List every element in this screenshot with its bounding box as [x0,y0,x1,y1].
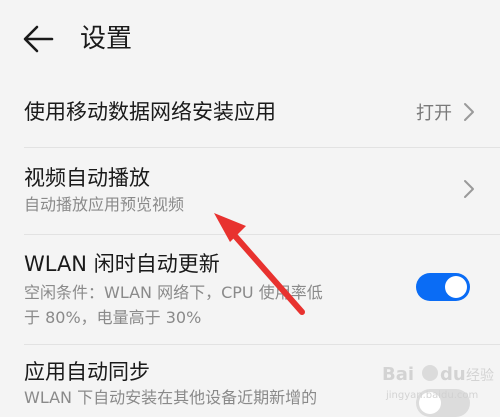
setting-title: 视频自动播放 [24,166,150,190]
svg-text:Bai: Bai [382,364,414,385]
back-arrow-icon[interactable] [22,22,56,56]
toggle-knob [445,276,467,298]
setting-subtitle: 自动播放应用预览视频 [24,195,185,214]
wlan-idle-update-toggle[interactable] [416,273,470,301]
setting-value: 打开 [416,103,452,124]
page-title: 设置 [80,24,133,54]
setting-title: 使用移动数据网络安装应用 [24,100,276,124]
setting-title: 应用自动同步 [24,360,150,384]
setting-subtitle-line1: WLAN 下自动安装在其他设备近期新增的 [24,388,318,407]
baidu-watermark-logo: Bai du 经验 jingyan.baidu.com [382,364,494,401]
setting-row-video-autoplay[interactable]: 视频自动播放 自动播放应用预览视频 [0,148,500,232]
svg-text:经验: 经验 [466,368,494,384]
setting-subtitle-line1: 空闲条件：WLAN 网络下，CPU 使用率低 [24,283,323,302]
setting-row-mobile-data-install[interactable]: 使用移动数据网络安装应用 打开 [0,82,500,142]
svg-text:jingyan.baidu.com: jingyan.baidu.com [385,390,478,401]
header-bar: 设置 [0,0,500,82]
setting-subtitle-line2: 于 80%，电量高于 30% [24,308,202,327]
svg-text:du: du [440,364,466,385]
setting-row-wlan-idle-update[interactable]: WLAN 闲时自动更新 空闲条件：WLAN 网络下，CPU 使用率低 于 80%… [0,235,500,343]
chevron-right-icon [464,180,474,198]
setting-title: WLAN 闲时自动更新 [24,252,220,276]
chevron-right-icon [464,103,474,121]
